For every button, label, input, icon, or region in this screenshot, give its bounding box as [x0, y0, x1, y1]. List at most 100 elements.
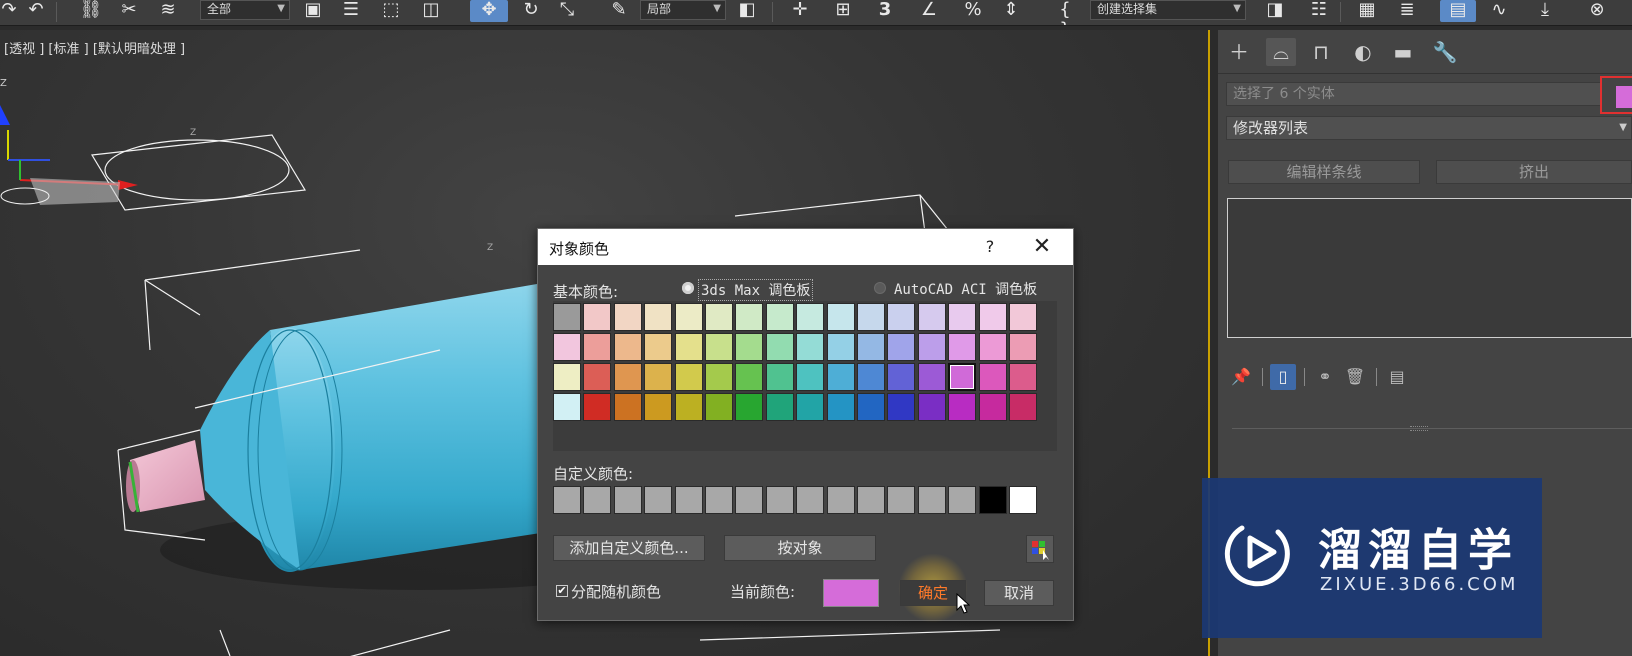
- move-icon[interactable]: ✥: [470, 0, 508, 22]
- radio-max-palette-label[interactable]: 3ds Max 调色板: [698, 279, 814, 301]
- basic-color-swatch[interactable]: [857, 363, 885, 391]
- radio-autocad-palette[interactable]: [874, 282, 886, 294]
- placement-icon[interactable]: ✎: [606, 0, 632, 22]
- basic-color-swatch[interactable]: [583, 363, 611, 391]
- basic-color-swatch[interactable]: [766, 303, 794, 331]
- basic-color-swatch[interactable]: [948, 303, 976, 331]
- basic-color-swatch[interactable]: [948, 393, 976, 421]
- basic-color-swatch[interactable]: [887, 363, 915, 391]
- basic-color-swatch[interactable]: [979, 333, 1007, 361]
- basic-color-swatch[interactable]: [614, 333, 642, 361]
- basic-color-swatch[interactable]: [857, 393, 885, 421]
- scene-explorer-icon[interactable]: ▦: [1354, 0, 1380, 22]
- remove-modifier-icon[interactable]: 🗑: [1342, 364, 1368, 390]
- undo-arrow-icon[interactable]: ↶: [24, 0, 48, 22]
- basic-color-swatch[interactable]: [948, 363, 976, 391]
- basic-color-swatch[interactable]: [735, 333, 763, 361]
- object-color-swatch[interactable]: [1616, 86, 1632, 108]
- custom-color-swatch[interactable]: [766, 486, 794, 514]
- pivot-center-icon[interactable]: ◧: [734, 0, 760, 22]
- show-end-result-icon[interactable]: ▯: [1270, 364, 1296, 390]
- basic-color-swatch[interactable]: [766, 393, 794, 421]
- selection-filter-dropdown[interactable]: 全部 ▼: [200, 0, 290, 20]
- mirror-icon[interactable]: ◨: [1262, 0, 1288, 22]
- custom-color-swatch[interactable]: [675, 486, 703, 514]
- random-colors-label[interactable]: 分配随机颜色: [571, 581, 661, 602]
- basic-color-swatch[interactable]: [735, 363, 763, 391]
- custom-color-swatch[interactable]: [948, 486, 976, 514]
- basic-color-swatch[interactable]: [918, 363, 946, 391]
- custom-color-swatch[interactable]: [614, 486, 642, 514]
- custom-color-swatch[interactable]: [644, 486, 672, 514]
- viewport-label[interactable]: [透视 ] [标准 ] [默认明暗处理 ]: [4, 38, 185, 57]
- basic-color-swatch[interactable]: [766, 363, 794, 391]
- basic-color-swatch[interactable]: [857, 303, 885, 331]
- basic-color-swatch[interactable]: [887, 333, 915, 361]
- scale-icon[interactable]: ⤡: [554, 0, 580, 22]
- basic-color-swatch[interactable]: [644, 333, 672, 361]
- rollout-drag-handle[interactable]: [1410, 426, 1428, 431]
- custom-color-swatch[interactable]: [553, 486, 581, 514]
- select-by-name-icon[interactable]: ☰: [338, 0, 364, 22]
- modifier-list-dropdown[interactable]: 修改器列表 ▼: [1226, 116, 1632, 140]
- custom-color-swatch[interactable]: [796, 486, 824, 514]
- basic-color-swatch[interactable]: [796, 303, 824, 331]
- reference-coord-dropdown[interactable]: 局部 ▼: [640, 0, 726, 20]
- basic-color-swatch[interactable]: [796, 363, 824, 391]
- ribbon-toggle-icon[interactable]: ▤: [1440, 0, 1476, 22]
- rotate-icon[interactable]: ↻: [518, 0, 544, 22]
- basic-color-swatch[interactable]: [887, 303, 915, 331]
- basic-color-swatch[interactable]: [583, 333, 611, 361]
- basic-color-swatch[interactable]: [583, 393, 611, 421]
- basic-color-swatch[interactable]: [644, 393, 672, 421]
- basic-color-swatch[interactable]: [1009, 363, 1037, 391]
- custom-color-swatch[interactable]: [1009, 486, 1037, 514]
- basic-color-swatch[interactable]: [857, 333, 885, 361]
- display-icon[interactable]: ▬: [1388, 38, 1418, 66]
- custom-color-swatch[interactable]: [918, 486, 946, 514]
- basic-color-swatch[interactable]: [948, 333, 976, 361]
- rect-selection-icon[interactable]: ⬚: [378, 0, 404, 22]
- basic-color-swatch[interactable]: [705, 393, 733, 421]
- basic-color-swatch[interactable]: [918, 393, 946, 421]
- add-custom-color-button[interactable]: 添加自定义颜色...: [553, 535, 705, 561]
- bind-space-warp-icon[interactable]: ≋: [154, 0, 182, 22]
- custom-color-swatch[interactable]: [705, 486, 733, 514]
- basic-color-swatch[interactable]: [918, 303, 946, 331]
- radio-max-palette[interactable]: [682, 282, 694, 294]
- basic-color-swatch[interactable]: [583, 303, 611, 331]
- basic-color-swatch[interactable]: [553, 393, 581, 421]
- named-selection-set-dropdown[interactable]: 创建选择集 ▼: [1090, 0, 1246, 20]
- cancel-button[interactable]: 取消: [984, 580, 1054, 606]
- basic-color-swatch[interactable]: [705, 333, 733, 361]
- random-colors-checkbox[interactable]: ✔: [556, 585, 568, 597]
- basic-color-swatch[interactable]: [979, 303, 1007, 331]
- basic-color-swatch[interactable]: [918, 333, 946, 361]
- spinner-snap-icon[interactable]: ⇕: [998, 0, 1024, 22]
- basic-color-swatch[interactable]: [614, 303, 642, 331]
- close-icon[interactable]: ✕: [1028, 233, 1056, 261]
- basic-color-swatch[interactable]: [827, 333, 855, 361]
- basic-color-swatch[interactable]: [979, 393, 1007, 421]
- make-unique-icon[interactable]: ⚭: [1312, 364, 1338, 390]
- basic-color-swatch[interactable]: [675, 303, 703, 331]
- extrude-button[interactable]: 挤出: [1436, 160, 1632, 184]
- angle-snap-icon[interactable]: ∠: [916, 0, 942, 22]
- dialog-title-bar[interactable]: 对象颜色 ? ✕: [538, 229, 1073, 265]
- keyboard-shortcut-icon[interactable]: ⊞: [830, 0, 856, 22]
- basic-color-swatch[interactable]: [675, 363, 703, 391]
- basic-color-swatch[interactable]: [675, 393, 703, 421]
- basic-color-swatch[interactable]: [827, 363, 855, 391]
- snap-toggle-icon[interactable]: 3: [872, 0, 898, 22]
- basic-color-swatch[interactable]: [827, 303, 855, 331]
- basic-color-swatch[interactable]: [553, 363, 581, 391]
- custom-color-swatch[interactable]: [887, 486, 915, 514]
- link-icon[interactable]: ⛓: [78, 0, 104, 22]
- current-color-swatch[interactable]: [823, 579, 879, 607]
- custom-color-swatch[interactable]: [857, 486, 885, 514]
- radio-autocad-palette-label[interactable]: AutoCAD ACI 调色板: [894, 279, 1037, 299]
- custom-color-swatch[interactable]: [979, 486, 1007, 514]
- layer-explorer-icon[interactable]: ≣: [1394, 0, 1420, 22]
- create-icon[interactable]: ＋: [1224, 38, 1254, 66]
- basic-color-swatch[interactable]: [887, 393, 915, 421]
